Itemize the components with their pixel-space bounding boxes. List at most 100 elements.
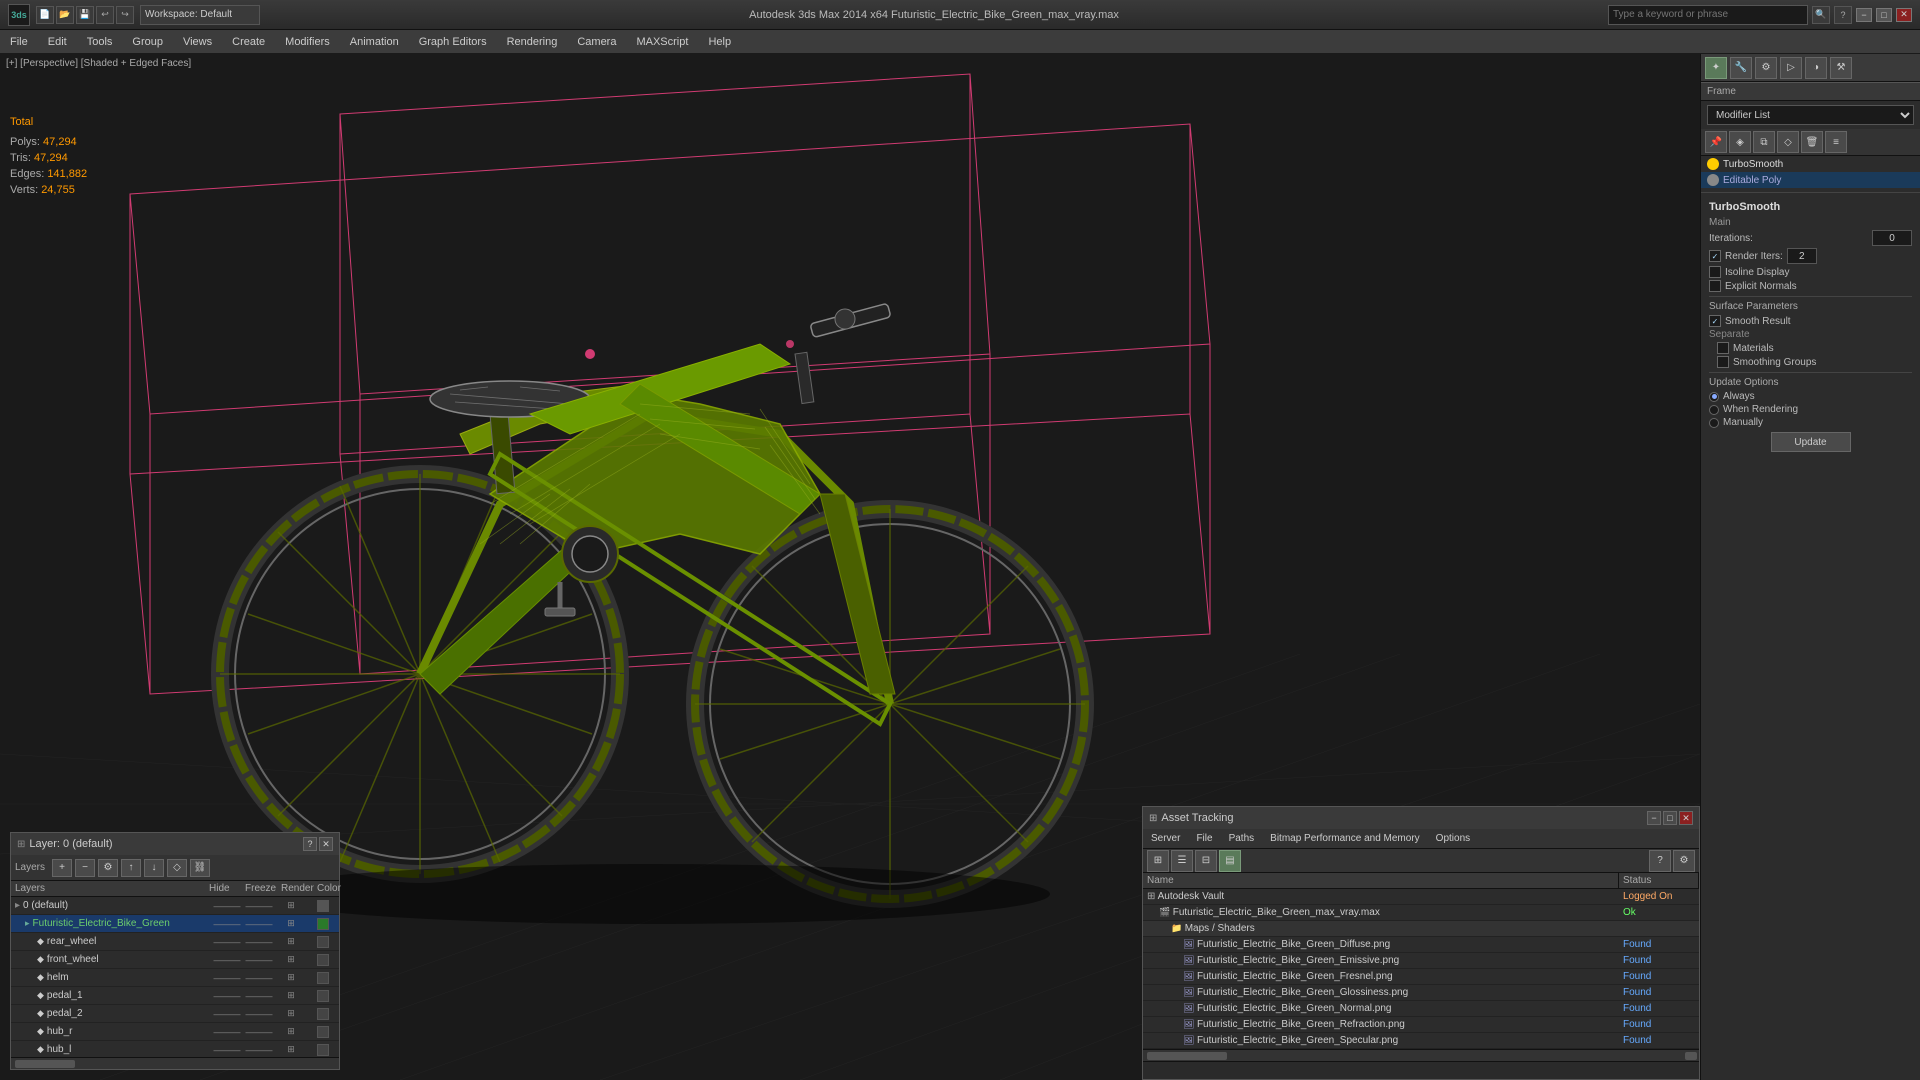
layers-help-icon[interactable]: ? <box>303 837 317 851</box>
modify-icon[interactable]: 🔧 <box>1730 57 1752 79</box>
modifier-editable-poly[interactable]: Editable Poly <box>1701 172 1920 188</box>
asset-menu-paths[interactable]: Paths <box>1221 829 1263 848</box>
pin-stack-icon[interactable]: 📌 <box>1705 131 1727 153</box>
create-icon[interactable]: ✦ <box>1705 57 1727 79</box>
menu-group[interactable]: Group <box>122 30 173 53</box>
menu-rendering[interactable]: Rendering <box>497 30 568 53</box>
asset-close-icon[interactable]: ✕ <box>1679 811 1693 825</box>
asset-menu-server[interactable]: Server <box>1143 829 1188 848</box>
asset-toolbar-grid[interactable]: ⊟ <box>1195 850 1217 872</box>
asset-toolbar-vault[interactable]: ⊞ <box>1147 850 1169 872</box>
manually-radio[interactable] <box>1709 418 1719 428</box>
table-row[interactable]: 🖼 Futuristic_Electric_Bike_Green_Glossin… <box>1143 985 1699 1001</box>
menu-modifiers[interactable]: Modifiers <box>275 30 340 53</box>
update-button[interactable]: Update <box>1771 432 1851 452</box>
layers-select-btn[interactable]: ◇ <box>167 859 187 877</box>
table-row[interactable]: ⊞ Autodesk Vault Logged On <box>1143 889 1699 905</box>
layers-close-icon[interactable]: ✕ <box>319 837 333 851</box>
make-unique-icon[interactable]: ◇ <box>1777 131 1799 153</box>
list-item[interactable]: ◆ helm ——— ——— ⊞ <box>11 969 339 987</box>
table-row[interactable]: 🖼 Futuristic_Electric_Bike_Green_Normal.… <box>1143 1001 1699 1017</box>
menu-help[interactable]: Help <box>698 30 741 53</box>
asset-menu-options[interactable]: Options <box>1428 829 1478 848</box>
configure-icon[interactable]: ≡ <box>1825 131 1847 153</box>
list-item[interactable]: ◆ front_wheel ——— ——— ⊞ <box>11 951 339 969</box>
list-item[interactable]: ◆ rear_wheel ——— ——— ⊞ <box>11 933 339 951</box>
menu-views[interactable]: Views <box>173 30 222 53</box>
asset-menu-bitmap[interactable]: Bitmap Performance and Memory <box>1262 829 1428 848</box>
table-row[interactable]: 🖼 Futuristic_Electric_Bike_Green_Emissiv… <box>1143 953 1699 969</box>
modifier-list-area: Modifier List <box>1701 101 1920 129</box>
open-btn[interactable]: 📂 <box>56 6 74 24</box>
smooth-result-checkbox[interactable]: ✓ <box>1709 315 1721 327</box>
copy-paste-icon[interactable]: ⧉ <box>1753 131 1775 153</box>
table-row[interactable]: 📁 Maps / Shaders <box>1143 921 1699 937</box>
explicit-normals-checkbox[interactable] <box>1709 280 1721 292</box>
restore-button[interactable]: □ <box>1876 8 1892 22</box>
asset-toolbar-help[interactable]: ? <box>1649 850 1671 872</box>
asset-minimize-icon[interactable]: − <box>1647 811 1661 825</box>
minimize-button[interactable]: − <box>1856 8 1872 22</box>
table-row[interactable]: 🎬 Futuristic_Electric_Bike_Green_max_vra… <box>1143 905 1699 921</box>
list-item[interactable]: ▸ 0 (default) ——— ——— ⊞ <box>11 897 339 915</box>
close-button[interactable]: ✕ <box>1896 8 1912 22</box>
search-icon[interactable]: 🔍 <box>1812 6 1830 24</box>
list-item[interactable]: ◆ hub_l ——— ——— ⊞ <box>11 1041 339 1057</box>
modifier-dropdown[interactable]: Modifier List <box>1707 105 1914 125</box>
list-item[interactable]: ◆ pedal_2 ——— ——— ⊞ <box>11 1005 339 1023</box>
list-item[interactable]: ◆ hub_r ——— ——— ⊞ <box>11 1023 339 1041</box>
save-btn[interactable]: 💾 <box>76 6 94 24</box>
smoothing-groups-checkbox[interactable] <box>1717 356 1729 368</box>
menu-camera[interactable]: Camera <box>567 30 626 53</box>
search-input[interactable] <box>1608 5 1808 25</box>
layers-settings-btn[interactable]: ⚙ <box>98 859 118 877</box>
menu-tools[interactable]: Tools <box>77 30 123 53</box>
menu-animation[interactable]: Animation <box>340 30 409 53</box>
new-btn[interactable]: 📄 <box>36 6 54 24</box>
menu-file[interactable]: File <box>0 30 38 53</box>
layers-scrollbar-h[interactable] <box>11 1057 339 1069</box>
isoline-checkbox[interactable] <box>1709 266 1721 278</box>
layers-titlebar[interactable]: ⊞ Layer: 0 (default) ? ✕ <box>11 833 339 855</box>
menu-edit[interactable]: Edit <box>38 30 77 53</box>
motion-icon[interactable]: ▷ <box>1780 57 1802 79</box>
hierarchy-icon[interactable]: ⚙ <box>1755 57 1777 79</box>
materials-checkbox[interactable] <box>1717 342 1729 354</box>
display-icon[interactable]: ◑ <box>1805 57 1827 79</box>
stack-active-icon[interactable]: ◈ <box>1729 131 1751 153</box>
menu-create[interactable]: Create <box>222 30 275 53</box>
asset-scrollbar-h[interactable] <box>1143 1049 1699 1061</box>
layers-del-btn[interactable]: − <box>75 859 95 877</box>
iterations-input[interactable] <box>1872 230 1912 246</box>
layers-title: Layer: 0 (default) <box>29 838 112 850</box>
layers-move-down-btn[interactable]: ↓ <box>144 859 164 877</box>
asset-menu-file[interactable]: File <box>1188 829 1220 848</box>
layers-new-btn[interactable]: + <box>52 859 72 877</box>
menu-maxscript[interactable]: MAXScript <box>626 30 698 53</box>
table-row[interactable]: 🖼 Futuristic_Electric_Bike_Green_Refract… <box>1143 1017 1699 1033</box>
help-icon[interactable]: ? <box>1834 6 1852 24</box>
asset-toolbar-details[interactable]: ▤ <box>1219 850 1241 872</box>
redo-btn[interactable]: ↪ <box>116 6 134 24</box>
list-item[interactable]: ▸ Futuristic_Electric_Bike_Green ——— ———… <box>11 915 339 933</box>
modifier-turbosmooth[interactable]: TurboSmooth <box>1701 156 1920 172</box>
table-row[interactable]: 🖼 Futuristic_Electric_Bike_Green_Specula… <box>1143 1033 1699 1049</box>
always-radio[interactable] <box>1709 392 1719 402</box>
asset-toolbar-settings[interactable]: ⚙ <box>1673 850 1695 872</box>
layers-link-btn[interactable]: ⛓ <box>190 859 210 877</box>
utilities-icon[interactable]: ⚒ <box>1830 57 1852 79</box>
render-iters-input[interactable] <box>1787 248 1817 264</box>
delete-mod-icon[interactable]: 🗑 <box>1801 131 1823 153</box>
list-item[interactable]: ◆ pedal_1 ——— ——— ⊞ <box>11 987 339 1005</box>
workspace-selector[interactable]: Workspace: Default <box>140 5 260 25</box>
undo-btn[interactable]: ↩ <box>96 6 114 24</box>
asset-tracking-titlebar[interactable]: ⊞ Asset Tracking − □ ✕ <box>1143 807 1699 829</box>
asset-toolbar-list[interactable]: ☰ <box>1171 850 1193 872</box>
when-rendering-radio[interactable] <box>1709 405 1719 415</box>
menu-graph-editors[interactable]: Graph Editors <box>409 30 497 53</box>
render-iters-checkbox[interactable]: ✓ <box>1709 250 1721 262</box>
asset-restore-icon[interactable]: □ <box>1663 811 1677 825</box>
layers-move-up-btn[interactable]: ↑ <box>121 859 141 877</box>
table-row[interactable]: 🖼 Futuristic_Electric_Bike_Green_Diffuse… <box>1143 937 1699 953</box>
table-row[interactable]: 🖼 Futuristic_Electric_Bike_Green_Fresnel… <box>1143 969 1699 985</box>
